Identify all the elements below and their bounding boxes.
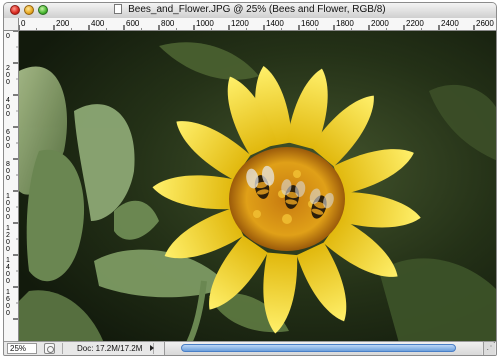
horizontal-scrollbar[interactable] <box>164 342 482 355</box>
hruler-label-1800: 1800 <box>336 19 354 28</box>
resize-grip-icon[interactable] <box>483 341 496 355</box>
vruler-label-1000: 1000 <box>6 193 10 221</box>
hruler-label-200: 200 <box>56 19 70 28</box>
hruler-label-1400: 1400 <box>266 19 284 28</box>
ruler-origin[interactable] <box>4 18 19 31</box>
horizontal-ruler[interactable]: 0 200 400 600 800 1000 1200 1400 1600 18… <box>19 18 496 31</box>
vertical-ruler[interactable]: 0 200 400 600 800 1000 1200 1400 1600 <box>4 31 19 341</box>
hruler-label-600: 600 <box>126 19 140 28</box>
hruler-label-400: 400 <box>91 19 105 28</box>
hruler-label-1200: 1200 <box>231 19 249 28</box>
vruler-label-0: 0 <box>6 33 10 40</box>
document-window: Bees_and_Flower.JPG @ 25% (Bees and Flow… <box>3 2 497 356</box>
hruler-label-1000: 1000 <box>196 19 214 28</box>
hruler-label-1600: 1600 <box>301 19 319 28</box>
bees-and-flower-photo <box>19 31 496 341</box>
image-canvas[interactable] <box>19 31 496 341</box>
status-menu-arrow-icon[interactable] <box>150 345 154 351</box>
status-bar: 25% Doc: 17.2M/17.2M <box>4 341 496 355</box>
hruler-label-2200: 2200 <box>406 19 424 28</box>
hruler-label-800: 800 <box>161 19 175 28</box>
doc-info: Doc: 17.2M/17.2M <box>62 343 154 354</box>
window-title: Bees_and_Flower.JPG @ 25% (Bees and Flow… <box>128 4 386 15</box>
hruler-label-0: 0 <box>21 19 26 28</box>
vruler-label-400: 400 <box>6 97 10 118</box>
titlebar[interactable]: Bees_and_Flower.JPG @ 25% (Bees and Flow… <box>4 3 496 19</box>
vruler-label-1200: 1200 <box>6 225 10 253</box>
horizontal-scrollbar-thumb[interactable] <box>181 344 456 352</box>
zoom-field[interactable]: 25% <box>7 343 37 354</box>
hruler-label-2600: 2600 <box>476 19 494 28</box>
vruler-label-600: 600 <box>6 129 10 150</box>
hruler-label-2000: 2000 <box>371 19 389 28</box>
window-title-wrap: Bees_and_Flower.JPG @ 25% (Bees and Flow… <box>4 4 496 15</box>
hruler-label-2400: 2400 <box>441 19 459 28</box>
vruler-label-800: 800 <box>6 161 10 182</box>
vruler-label-200: 200 <box>6 65 10 86</box>
vruler-label-1600: 1600 <box>6 289 10 317</box>
status-icon[interactable] <box>44 343 55 354</box>
vruler-label-1400: 1400 <box>6 257 10 285</box>
document-icon <box>114 4 123 14</box>
